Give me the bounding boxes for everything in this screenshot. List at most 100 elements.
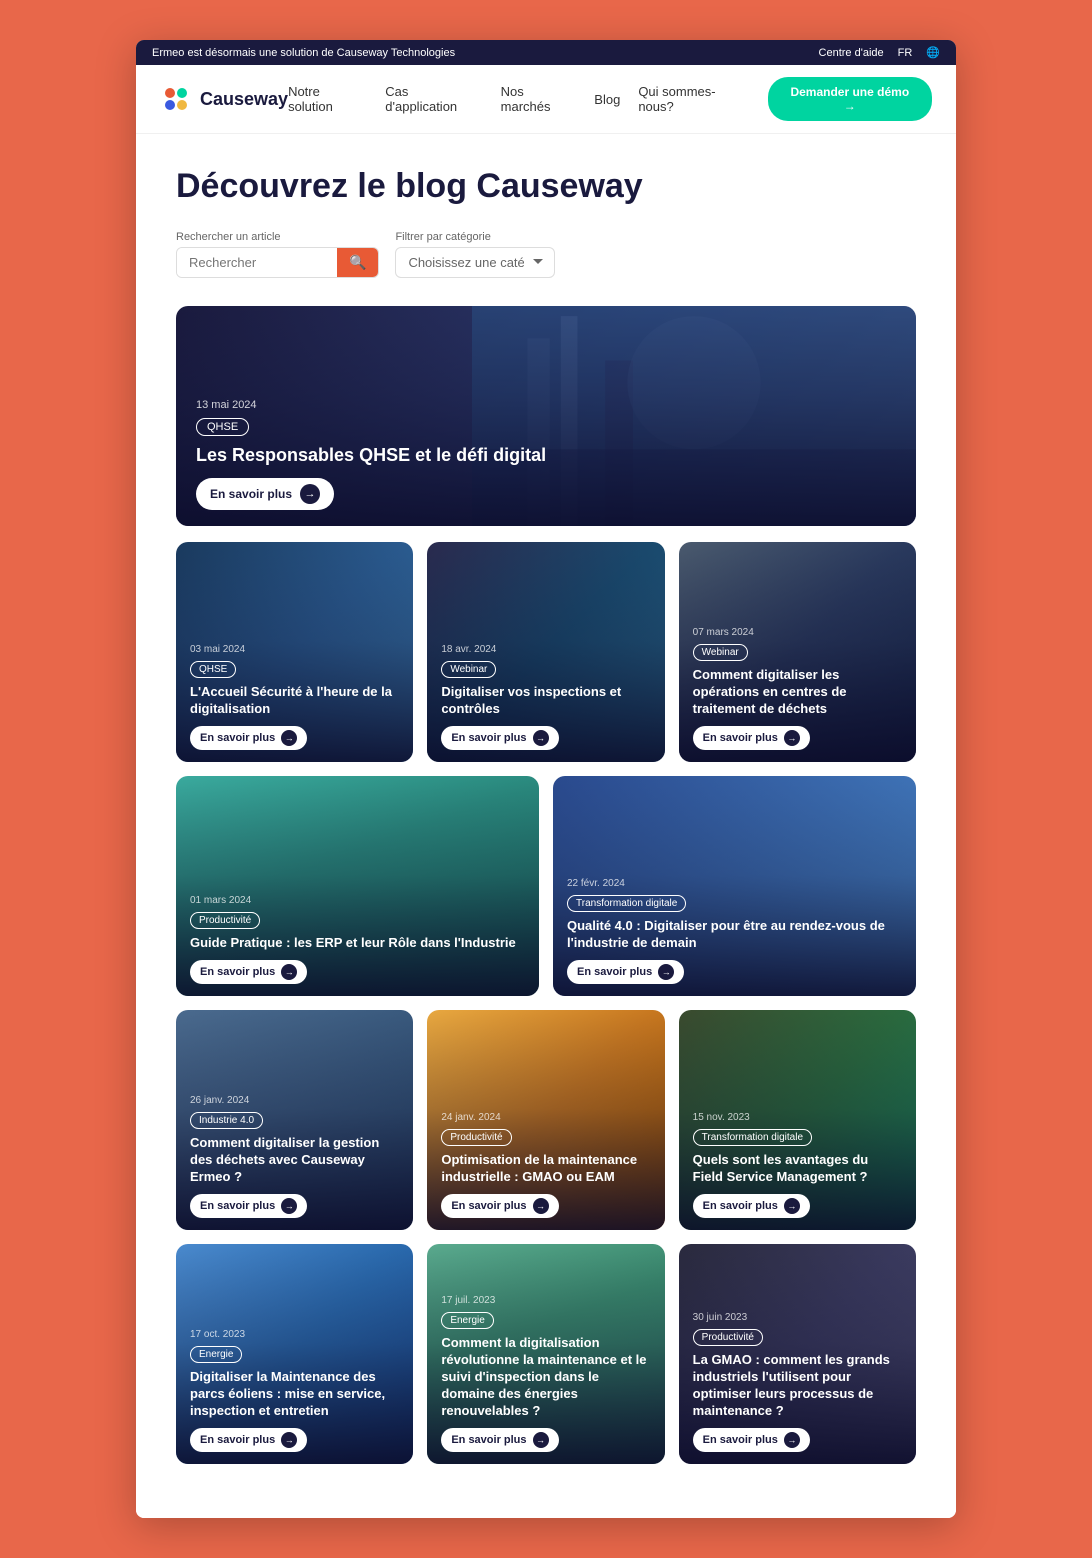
card-title: Guide Pratique : les ERP et leur Rôle da… (190, 935, 525, 952)
article-card-3[interactable]: 01 mars 2024 Productivité Guide Pratique… (176, 776, 539, 996)
article-card-9[interactable]: 17 juil. 2023 Energie Comment la digital… (427, 1244, 664, 1464)
search-button[interactable]: 🔍 (337, 248, 378, 277)
nav-cas-application[interactable]: Cas d'application (385, 84, 482, 114)
card-tag[interactable]: Transformation digitale (693, 1129, 812, 1146)
card-content: 17 oct. 2023 Energie Digitaliser la Main… (176, 1317, 413, 1464)
card-cta[interactable]: En savoir plus → (567, 960, 684, 984)
article-card-1[interactable]: 18 avr. 2024 Webinar Digitaliser vos ins… (427, 542, 664, 762)
card-cta-arrow: → (533, 1432, 549, 1448)
page-content: Découvrez le blog Causeway Rechercher un… (136, 134, 956, 1518)
globe-icon: 🌐 (926, 46, 940, 59)
card-cta[interactable]: En savoir plus → (190, 1194, 307, 1218)
card-tag[interactable]: Productivité (190, 912, 260, 929)
card-cta[interactable]: En savoir plus → (693, 1194, 810, 1218)
card-title: L'Accueil Sécurité à l'heure de la digit… (190, 684, 399, 718)
search-filter-row: Rechercher un article 🔍 Filtrer par caté… (176, 231, 916, 278)
category-select[interactable]: Choisissez une catégorie (395, 247, 555, 278)
card-cta-arrow: → (784, 1432, 800, 1448)
card-content: 15 nov. 2023 Transformation digitale Que… (679, 1100, 916, 1230)
featured-card[interactable]: 13 mai 2024 QHSE Les Responsables QHSE e… (176, 306, 916, 526)
card-title: Qualité 4.0 : Digitaliser pour être au r… (567, 918, 902, 952)
search-group: Rechercher un article 🔍 (176, 231, 379, 278)
featured-date: 13 mai 2024 (196, 399, 546, 411)
card-title: Quels sont les avantages du Field Servic… (693, 1152, 902, 1186)
nav-nos-marches[interactable]: Nos marchés (501, 84, 577, 114)
card-tag[interactable]: Webinar (441, 661, 496, 678)
card-cta-arrow: → (784, 1198, 800, 1214)
article-card-7[interactable]: 15 nov. 2023 Transformation digitale Que… (679, 1010, 916, 1230)
card-cta[interactable]: En savoir plus → (441, 726, 558, 750)
nav-blog[interactable]: Blog (594, 92, 620, 107)
featured-cta[interactable]: En savoir plus → (196, 478, 334, 510)
article-card-0[interactable]: 03 mai 2024 QHSE L'Accueil Sécurité à l'… (176, 542, 413, 762)
card-cta[interactable]: En savoir plus → (693, 726, 810, 750)
card-tag[interactable]: QHSE (190, 661, 236, 678)
card-cta[interactable]: En savoir plus → (441, 1194, 558, 1218)
nav-notre-solution[interactable]: Notre solution (288, 84, 367, 114)
card-cta[interactable]: En savoir plus → (190, 726, 307, 750)
help-center-link[interactable]: Centre d'aide (819, 47, 884, 59)
articles-grid-row4: 17 oct. 2023 Energie Digitaliser la Main… (176, 1244, 916, 1464)
featured-tag[interactable]: QHSE (196, 418, 249, 436)
search-input-wrap: 🔍 (176, 247, 379, 278)
card-title: Comment la digitalisation révolutionne l… (441, 1335, 650, 1419)
card-tag[interactable]: Productivité (441, 1129, 511, 1146)
card-tag[interactable]: Energie (441, 1312, 493, 1329)
card-date: 24 janv. 2024 (441, 1112, 650, 1123)
nav-links: Notre solution Cas d'application Nos mar… (288, 77, 932, 121)
filter-label: Filtrer par catégorie (395, 231, 555, 243)
top-bar-right: Centre d'aide FR 🌐 (819, 46, 940, 59)
article-card-4[interactable]: 22 févr. 2024 Transformation digitale Qu… (553, 776, 916, 996)
search-input[interactable] (177, 248, 337, 277)
page-title: Découvrez le blog Causeway (176, 166, 916, 207)
card-date: 17 juil. 2023 (441, 1295, 650, 1306)
card-cta-arrow: → (658, 964, 674, 980)
card-cta[interactable]: En savoir plus → (190, 960, 307, 984)
card-date: 22 févr. 2024 (567, 878, 902, 889)
card-date: 03 mai 2024 (190, 644, 399, 655)
featured-cta-arrow: → (300, 484, 320, 504)
card-cta-arrow: → (281, 730, 297, 746)
card-content: 24 janv. 2024 Productivité Optimisation … (427, 1100, 664, 1230)
article-card-8[interactable]: 17 oct. 2023 Energie Digitaliser la Main… (176, 1244, 413, 1464)
article-card-5[interactable]: 26 janv. 2024 Industrie 4.0 Comment digi… (176, 1010, 413, 1230)
card-content: 03 mai 2024 QHSE L'Accueil Sécurité à l'… (176, 632, 413, 762)
filter-group: Filtrer par catégorie Choisissez une cat… (395, 231, 555, 278)
card-tag[interactable]: Productivité (693, 1329, 763, 1346)
demo-button[interactable]: Demander une démo → (768, 77, 932, 121)
card-title: Digitaliser vos inspections et contrôles (441, 684, 650, 718)
logo-text: Causeway (200, 89, 288, 110)
card-content: 18 avr. 2024 Webinar Digitaliser vos ins… (427, 632, 664, 762)
logo[interactable]: Causeway (160, 83, 288, 115)
card-cta[interactable]: En savoir plus → (441, 1428, 558, 1452)
card-content: 01 mars 2024 Productivité Guide Pratique… (176, 883, 539, 996)
card-cta-arrow: → (281, 1198, 297, 1214)
card-date: 18 avr. 2024 (441, 644, 650, 655)
card-title: Comment digitaliser les opérations en ce… (693, 667, 902, 718)
card-date: 01 mars 2024 (190, 895, 525, 906)
language-selector[interactable]: FR (898, 47, 913, 59)
nav-qui-sommes[interactable]: Qui sommes-nous? (638, 84, 749, 114)
card-tag[interactable]: Industrie 4.0 (190, 1112, 263, 1129)
card-tag[interactable]: Webinar (693, 644, 748, 661)
card-date: 15 nov. 2023 (693, 1112, 902, 1123)
featured-content: 13 mai 2024 QHSE Les Responsables QHSE e… (176, 383, 566, 525)
article-card-6[interactable]: 24 janv. 2024 Productivité Optimisation … (427, 1010, 664, 1230)
search-label: Rechercher un article (176, 231, 379, 243)
article-card-2[interactable]: 07 mars 2024 Webinar Comment digitaliser… (679, 542, 916, 762)
card-cta-arrow: → (784, 730, 800, 746)
card-title: Comment digitaliser la gestion des déche… (190, 1135, 399, 1186)
card-cta[interactable]: En savoir plus → (693, 1428, 810, 1452)
card-tag[interactable]: Energie (190, 1346, 242, 1363)
card-cta-arrow: → (533, 730, 549, 746)
card-content: 17 juil. 2023 Energie Comment la digital… (427, 1283, 664, 1463)
card-date: 30 juin 2023 (693, 1312, 902, 1323)
article-card-10[interactable]: 30 juin 2023 Productivité La GMAO : comm… (679, 1244, 916, 1464)
articles-grid-row1: 03 mai 2024 QHSE L'Accueil Sécurité à l'… (176, 542, 916, 762)
card-cta-arrow: → (281, 964, 297, 980)
card-date: 07 mars 2024 (693, 627, 902, 638)
card-tag[interactable]: Transformation digitale (567, 895, 686, 912)
card-date: 26 janv. 2024 (190, 1095, 399, 1106)
card-cta[interactable]: En savoir plus → (190, 1428, 307, 1452)
card-content: 26 janv. 2024 Industrie 4.0 Comment digi… (176, 1083, 413, 1230)
